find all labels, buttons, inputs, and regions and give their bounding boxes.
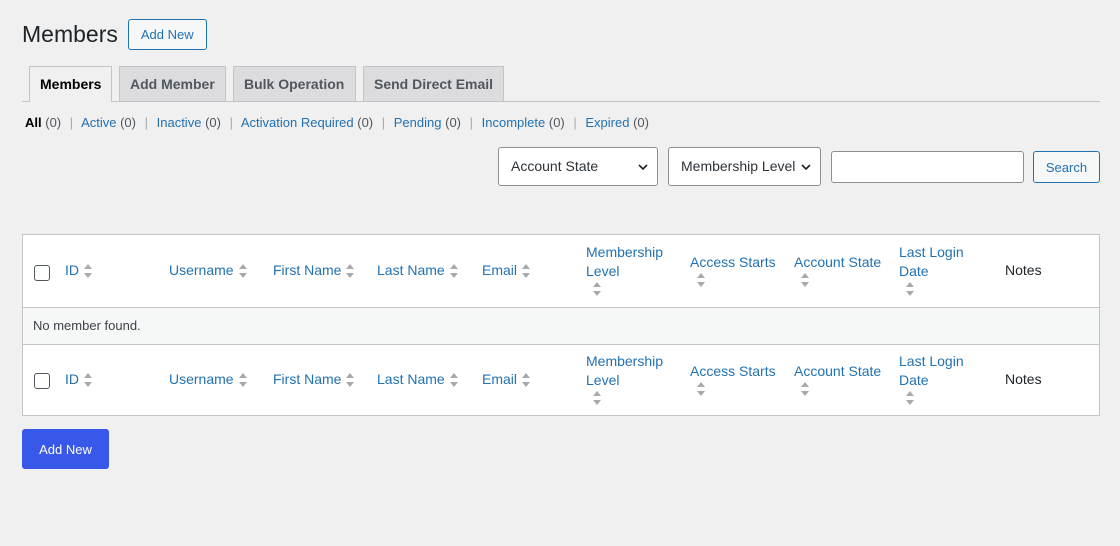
column-last-name[interactable]: Last Name	[377, 370, 459, 389]
sort-icon	[906, 282, 914, 296]
column-id[interactable]: ID	[65, 370, 93, 389]
filter-count: (0)	[45, 115, 62, 130]
sort-icon	[522, 373, 531, 388]
column-notes: Notes	[1005, 262, 1042, 278]
select-all-checkbox[interactable]	[34, 373, 50, 389]
sort-icon	[346, 373, 355, 388]
tab-send-direct-email[interactable]: Send Direct Email	[363, 66, 504, 101]
filter-expired[interactable]: Expired	[585, 115, 629, 130]
column-account-state[interactable]: Account State	[794, 253, 894, 288]
page-header: Members Add New	[22, 18, 207, 50]
sort-icon	[593, 282, 601, 296]
account-state-select[interactable]: Account State	[498, 147, 658, 186]
filter-count: (0)	[633, 115, 649, 130]
sort-icon	[801, 273, 809, 287]
column-first-name[interactable]: First Name	[273, 261, 355, 280]
sort-icon	[593, 391, 601, 405]
separator: |	[381, 115, 386, 130]
filter-count: (0)	[445, 115, 461, 130]
account-state-select-value: Account State	[511, 158, 599, 174]
separator: |	[229, 115, 233, 130]
sort-icon	[238, 373, 247, 388]
search-button[interactable]: Search	[1033, 151, 1100, 183]
filter-activation-required[interactable]: Activation Required	[241, 115, 354, 130]
sort-icon	[697, 382, 705, 396]
sort-icon	[906, 391, 914, 405]
filter-count: (0)	[120, 115, 136, 130]
tab-add-member[interactable]: Add Member	[119, 66, 226, 101]
members-table: ID Username First Name Last Name Email M…	[22, 234, 1100, 416]
filter-inactive[interactable]: Inactive	[157, 115, 202, 130]
nav-tabs: Members Add Member Bulk Operation Send D…	[22, 66, 1100, 102]
tab-bulk-operation[interactable]: Bulk Operation	[233, 66, 356, 101]
filter-count: (0)	[357, 115, 374, 130]
filter-pending[interactable]: Pending	[394, 115, 442, 130]
column-last-login-date[interactable]: Last Login Date	[899, 352, 979, 406]
column-first-name[interactable]: First Name	[273, 370, 355, 389]
sort-icon	[238, 264, 247, 279]
table-header-row: ID Username First Name Last Name Email M…	[23, 235, 1099, 307]
column-membership-level[interactable]: Membership Level	[586, 243, 676, 297]
sort-icon	[84, 373, 92, 388]
sort-icon	[522, 264, 531, 279]
page-title: Members	[22, 21, 118, 47]
column-id[interactable]: ID	[65, 261, 93, 280]
column-access-starts[interactable]: Access Starts	[690, 253, 790, 288]
filter-active[interactable]: Active	[81, 115, 116, 130]
column-email[interactable]: Email	[482, 370, 531, 389]
separator: |	[573, 115, 577, 130]
separator: |	[469, 115, 474, 130]
column-username[interactable]: Username	[169, 261, 248, 280]
add-new-button[interactable]: Add New	[127, 18, 207, 50]
sort-icon	[697, 273, 705, 287]
membership-level-select[interactable]: Membership Level	[668, 147, 821, 186]
column-account-state[interactable]: Account State	[794, 362, 894, 397]
membership-level-select-value: Membership Level	[681, 158, 796, 174]
chevron-down-icon	[801, 164, 811, 171]
separator: |	[69, 115, 74, 130]
chevron-down-icon	[638, 164, 648, 171]
table-footer-row: ID Username First Name Last Name Email M…	[23, 344, 1099, 415]
column-membership-level[interactable]: Membership Level	[586, 352, 676, 406]
separator: |	[144, 115, 148, 130]
tab-members[interactable]: Members	[29, 66, 112, 102]
column-access-starts[interactable]: Access Starts	[690, 362, 790, 397]
column-email[interactable]: Email	[482, 261, 531, 280]
column-last-login-date[interactable]: Last Login Date	[899, 243, 979, 297]
sort-icon	[346, 264, 355, 279]
column-notes: Notes	[1005, 371, 1042, 387]
add-new-bottom-button[interactable]: Add New	[22, 429, 109, 469]
column-username[interactable]: Username	[169, 370, 248, 389]
search-input[interactable]	[831, 151, 1024, 183]
select-all-checkbox[interactable]	[34, 265, 50, 281]
sort-icon	[801, 382, 809, 396]
filter-all[interactable]: All	[25, 115, 42, 130]
status-filters: All (0) | Active (0) | Inactive (0) | Ac…	[25, 115, 649, 130]
column-last-name[interactable]: Last Name	[377, 261, 459, 280]
sort-icon	[449, 264, 458, 279]
filter-incomplete[interactable]: Incomplete	[482, 115, 546, 130]
filter-count: (0)	[548, 115, 565, 130]
sort-icon	[84, 264, 92, 279]
sort-icon	[449, 373, 458, 388]
empty-table-message: No member found.	[23, 307, 1099, 344]
filter-count: (0)	[205, 115, 221, 130]
